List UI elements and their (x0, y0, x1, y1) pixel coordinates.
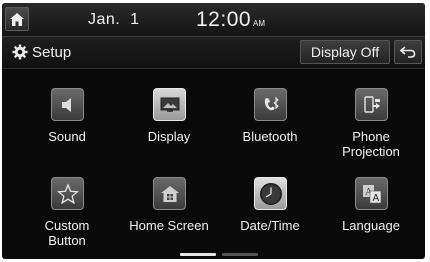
clock-icon (254, 177, 287, 210)
menu-item-label: Bluetooth (242, 129, 298, 144)
star-icon (51, 177, 84, 210)
menu-item-label: Display (147, 129, 191, 144)
back-button[interactable] (394, 40, 422, 64)
home-icon (10, 12, 24, 26)
back-arrow-icon (400, 46, 416, 58)
menu-item-language[interactable]: A A Language (321, 177, 421, 259)
time-display: 12:00 (196, 8, 252, 31)
bluetooth-phone-icon (254, 88, 287, 121)
menu-item-phone-projection[interactable]: Phone Projection (321, 88, 421, 173)
menu-item-label: Phone Projection (342, 129, 400, 159)
page-indicator-active (180, 253, 216, 256)
menu-item-label: Sound (48, 129, 86, 144)
language-icon: A A (355, 177, 388, 210)
page-title: Setup (32, 44, 72, 61)
menu-item-label: Custom Button (44, 218, 90, 248)
menu-item-label: Home Screen (129, 218, 209, 233)
phone-projection-icon (355, 88, 388, 121)
menu-item-date-time[interactable]: Date/Time (220, 177, 320, 259)
home-button[interactable] (5, 7, 29, 31)
display-icon (153, 88, 186, 121)
menu-item-display[interactable]: Display (119, 88, 219, 173)
date-display: Jan. 1 (88, 11, 140, 28)
menu-item-sound[interactable]: Sound (17, 88, 117, 173)
ampm-indicator: AM (253, 19, 265, 28)
gear-icon (12, 44, 28, 60)
menu-item-bluetooth[interactable]: Bluetooth (220, 88, 320, 173)
display-off-button[interactable]: Display Off (300, 40, 390, 64)
menu-item-label: Date/Time (240, 218, 300, 233)
page-indicator-inactive (222, 253, 258, 256)
menu-item-label: Language (342, 218, 400, 233)
status-bar: Jan. 1 12:00 AM (2, 3, 425, 37)
svg-text:A: A (372, 193, 379, 204)
menu-item-custom-button[interactable]: Custom Button (17, 177, 117, 259)
speaker-icon (51, 88, 84, 121)
menu-item-home-screen[interactable]: Home Screen (119, 177, 219, 259)
home-screen-icon (153, 177, 186, 210)
title-bar: Setup Display Off (2, 37, 425, 69)
head-unit-screen: Jan. 1 12:00 AM Setup Display Off Sound … (2, 3, 425, 259)
